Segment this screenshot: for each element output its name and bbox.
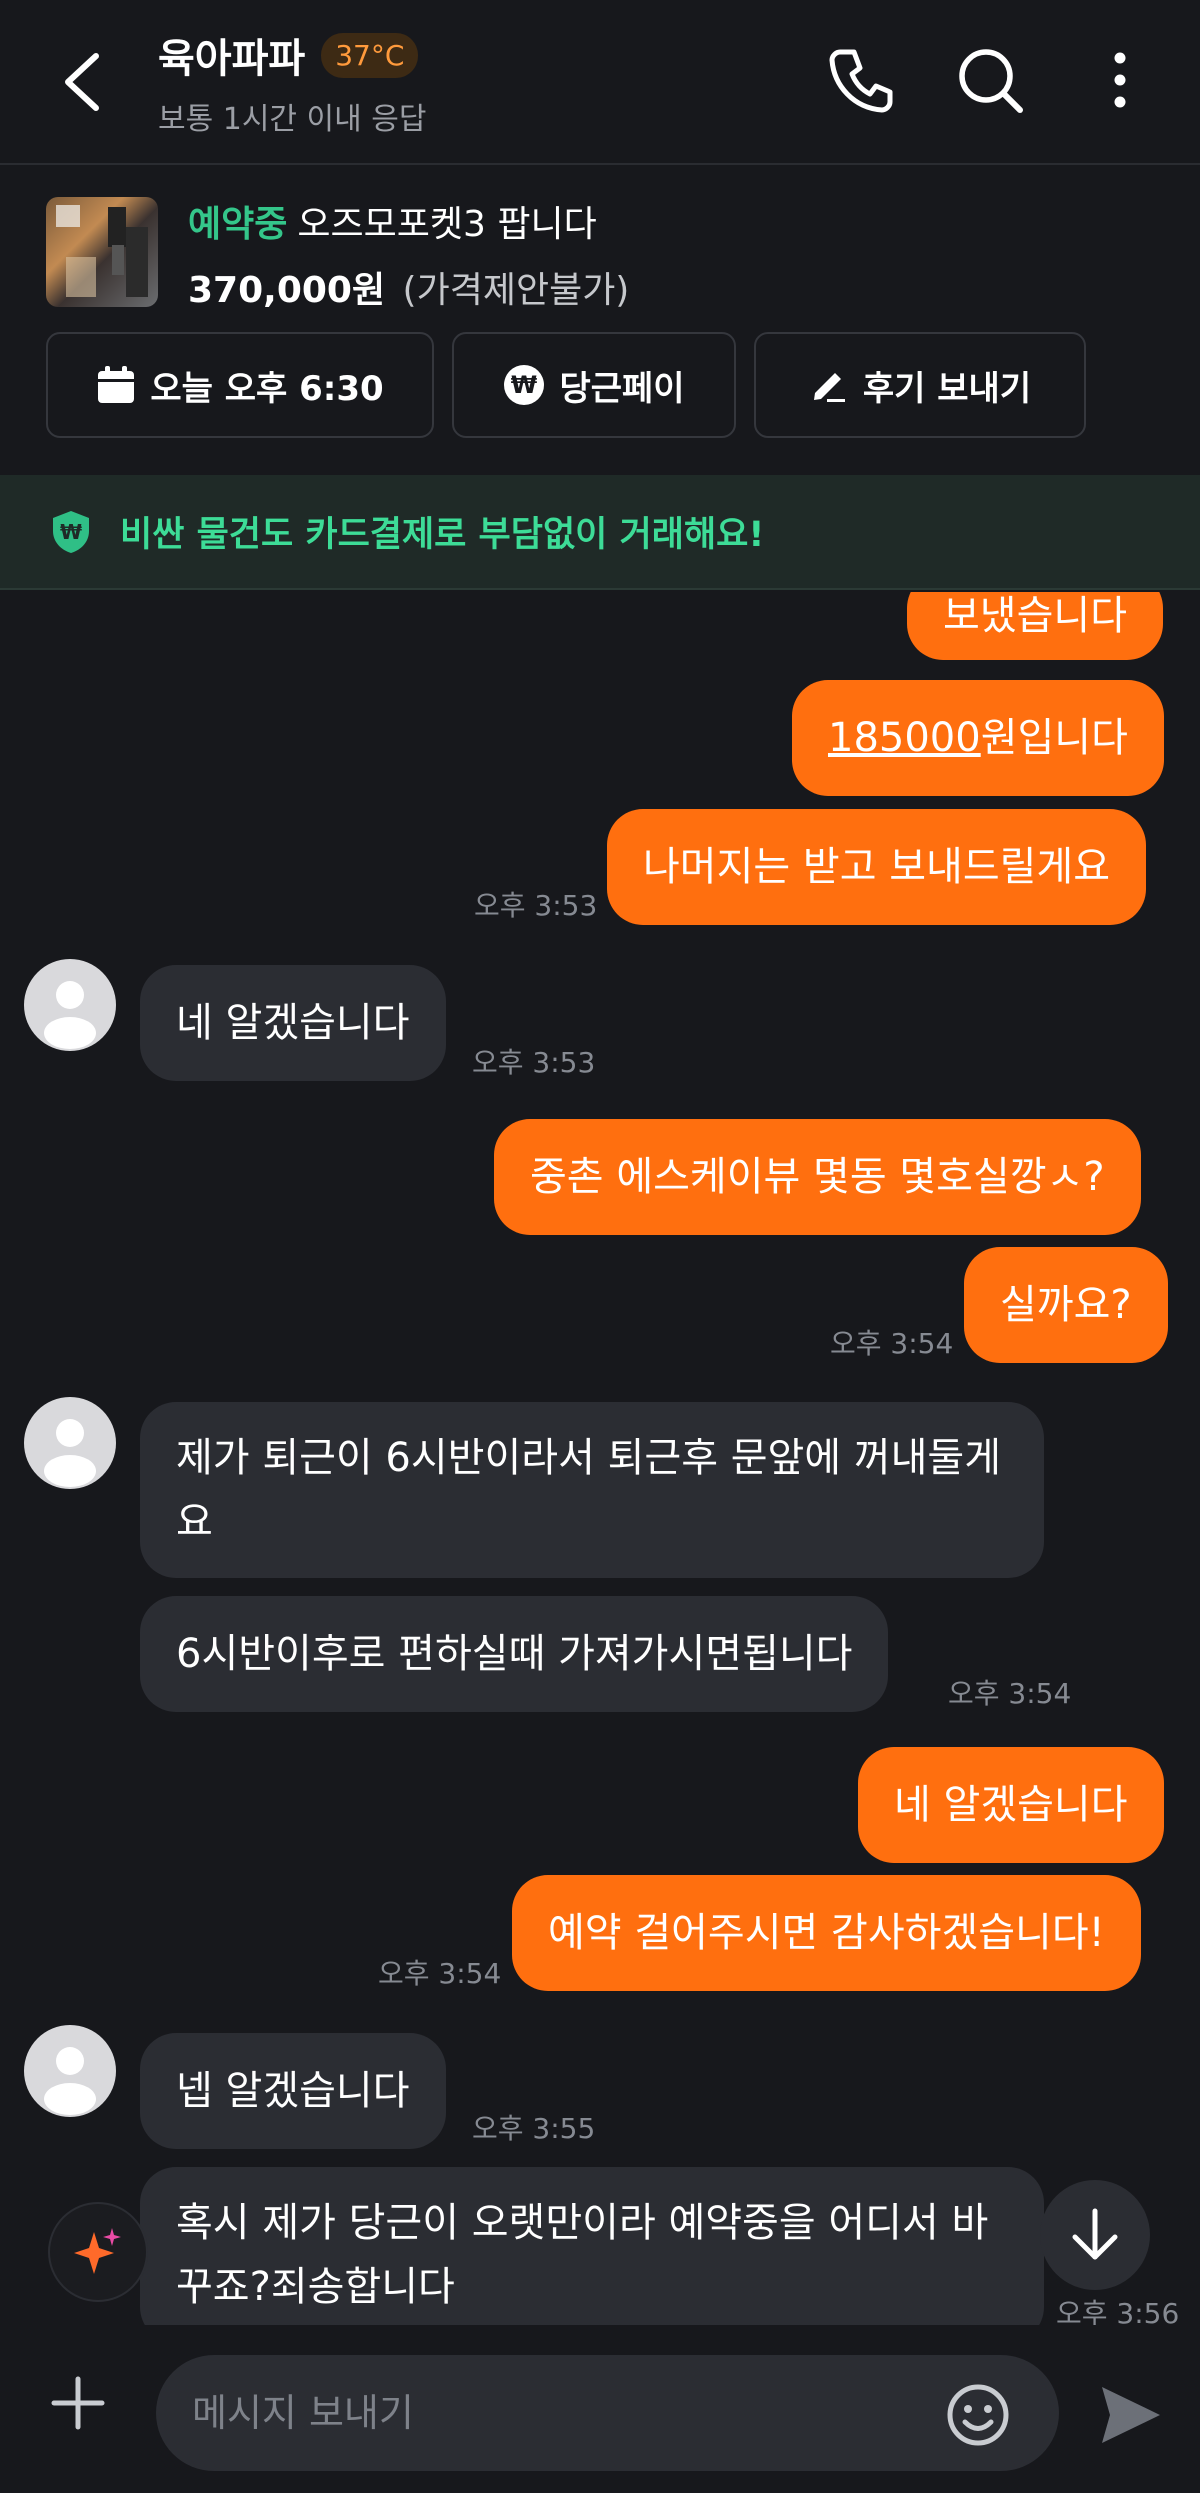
message-timestamp: 오후 3:54 [948, 1677, 1072, 1710]
card-payment-banner[interactable]: ₩ 비싼 물건도 카드결제로 부담없이 거래해요! [0, 475, 1200, 590]
chevron-left-icon [65, 53, 99, 111]
chat-title-block: 육아파파 37°C 보통 1시간 이내 응답 [158, 26, 427, 138]
karrot-pay-button[interactable]: ₩ 당근페이 [452, 332, 736, 438]
incoming-message[interactable]: 6시반이후로 편하실때 가져가시면됩니다 [140, 1596, 889, 1712]
back-button[interactable] [48, 40, 120, 120]
calendar-icon [98, 366, 135, 403]
message-text: 원입니다 [980, 715, 1128, 761]
product-price: 370,000원 [188, 270, 386, 311]
search-button[interactable] [950, 40, 1030, 120]
chat-header: 육아파파 37°C 보통 1시간 이내 응답 [0, 0, 1200, 165]
message-timestamp: 오후 3:53 [474, 889, 598, 922]
message-text: 실까요? [1000, 1282, 1132, 1328]
sparkle-icon [74, 2228, 121, 2274]
emoji-button[interactable] [944, 2381, 1012, 2449]
message-text: 혹시 제가 당근이 오랫만이라 예약중을 어디서 바꾸죠?죄송합니다 [176, 2200, 989, 2310]
message-text: 넵 알겠습니다 [176, 2068, 410, 2114]
phone-icon [829, 49, 893, 113]
review-label: 후기 보내기 [862, 368, 1032, 409]
message-text: 중촌 에스케이뷰 몇동 몇호실깡ㅅ? [530, 1154, 1105, 1200]
default-avatar-icon [44, 1419, 96, 1487]
message-timestamp: 오후 3:56 [1056, 2297, 1180, 2325]
plus-icon [51, 2376, 105, 2430]
more-vertical-icon [1114, 52, 1126, 108]
smile-icon [947, 2384, 1009, 2446]
search-icon [959, 49, 1023, 113]
manner-temperature-badge: 37°C [321, 32, 419, 78]
message-text: 보냈습니다 [943, 593, 1127, 639]
product-card[interactable]: 예약중 오즈모포켓3 팝니다 370,000원 (가격제안불가) 오늘 오후 6:… [0, 167, 1200, 475]
message-text: 6시반이후로 편하실때 가져가시면됩니다 [176, 1631, 853, 1677]
svg-text:₩: ₩ [60, 520, 82, 544]
pay-label: 당근페이 [559, 368, 685, 409]
appointment-label: 오늘 오후 6:30 [150, 368, 384, 409]
shield-icon: ₩ [53, 510, 89, 553]
send-button[interactable] [1096, 2381, 1166, 2449]
message-input[interactable] [156, 2355, 1059, 2471]
message-text: 예약 걸어주시면 감사하겠습니다! [548, 1910, 1105, 1956]
product-thumbnail[interactable] [46, 197, 158, 307]
svg-text:₩: ₩ [511, 371, 538, 399]
message-timestamp: 오후 3:55 [472, 2112, 596, 2145]
more-options-button[interactable] [1080, 40, 1160, 120]
user-avatar[interactable] [24, 959, 116, 1051]
user-avatar[interactable] [24, 1397, 116, 1489]
message-timestamp: 오후 3:54 [830, 1327, 954, 1360]
outgoing-message[interactable]: 나머지는 받고 보내드릴게요 [607, 809, 1147, 925]
price-note: (가격제안불가) [402, 270, 630, 311]
attach-button[interactable] [48, 2373, 108, 2433]
message-text: 네 알겠습니다 [894, 1782, 1128, 1828]
incoming-message[interactable]: 혹시 제가 당근이 오랫만이라 예약중을 어디서 바꾸죠?죄송합니다 [140, 2167, 1044, 2325]
appointment-button[interactable]: 오늘 오후 6:30 [46, 332, 434, 438]
message-timestamp: 오후 3:54 [378, 1957, 502, 1990]
response-time-text: 보통 1시간 이내 응답 [158, 102, 427, 137]
outgoing-message[interactable]: 네 알겠습니다 [858, 1747, 1164, 1863]
amount-link[interactable]: 185000 [828, 706, 981, 770]
pencil-icon [813, 373, 845, 402]
message-text: 네 알겠습니다 [176, 1000, 410, 1046]
user-avatar[interactable] [24, 2025, 116, 2117]
call-button[interactable] [820, 40, 900, 120]
pay-icon: ₩ [504, 365, 545, 405]
message-timestamp: 오후 3:53 [472, 1046, 596, 1079]
chat-title: 육아파파 [158, 36, 306, 82]
ai-assist-button[interactable] [48, 2202, 148, 2302]
incoming-message[interactable]: 넵 알겠습니다 [140, 2033, 446, 2149]
send-icon [1102, 2387, 1160, 2443]
product-info: 예약중 오즈모포켓3 팝니다 370,000원 (가격제안불가) [188, 195, 629, 313]
arrow-down-icon [1072, 2208, 1118, 2260]
message-text: 나머지는 받고 보내드릴게요 [643, 844, 1111, 890]
reservation-status: 예약중 [188, 204, 288, 245]
default-avatar-icon [44, 2047, 96, 2115]
banner-text: 비싼 물건도 카드결제로 부담없이 거래해요! [120, 515, 765, 555]
outgoing-message[interactable]: 보냈습니다 [907, 592, 1163, 660]
message-composer [0, 2325, 1200, 2493]
message-list[interactable]: 보냈습니다 185000 원입니다 오후 3:53 나머지는 받고 보내드릴게요 … [0, 592, 1200, 2325]
outgoing-message[interactable]: 실까요? [964, 1247, 1168, 1363]
incoming-message[interactable]: 제가 퇴근이 6시반이라서 퇴근후 문앞에 꺼내둘게요 [140, 1402, 1044, 1578]
send-review-button[interactable]: 후기 보내기 [754, 332, 1086, 438]
outgoing-message[interactable]: 185000 원입니다 [792, 680, 1164, 796]
product-name: 오즈모포켓3 팝니다 [297, 204, 597, 245]
scroll-to-bottom-button[interactable] [1040, 2180, 1150, 2290]
outgoing-message[interactable]: 중촌 에스케이뷰 몇동 몇호실깡ㅅ? [494, 1119, 1141, 1235]
outgoing-message[interactable]: 예약 걸어주시면 감사하겠습니다! [512, 1875, 1141, 1991]
default-avatar-icon [44, 981, 96, 1049]
message-text: 제가 퇴근이 6시반이라서 퇴근후 문앞에 꺼내둘게요 [176, 1435, 1002, 1545]
incoming-message[interactable]: 네 알겠습니다 [140, 965, 446, 1081]
